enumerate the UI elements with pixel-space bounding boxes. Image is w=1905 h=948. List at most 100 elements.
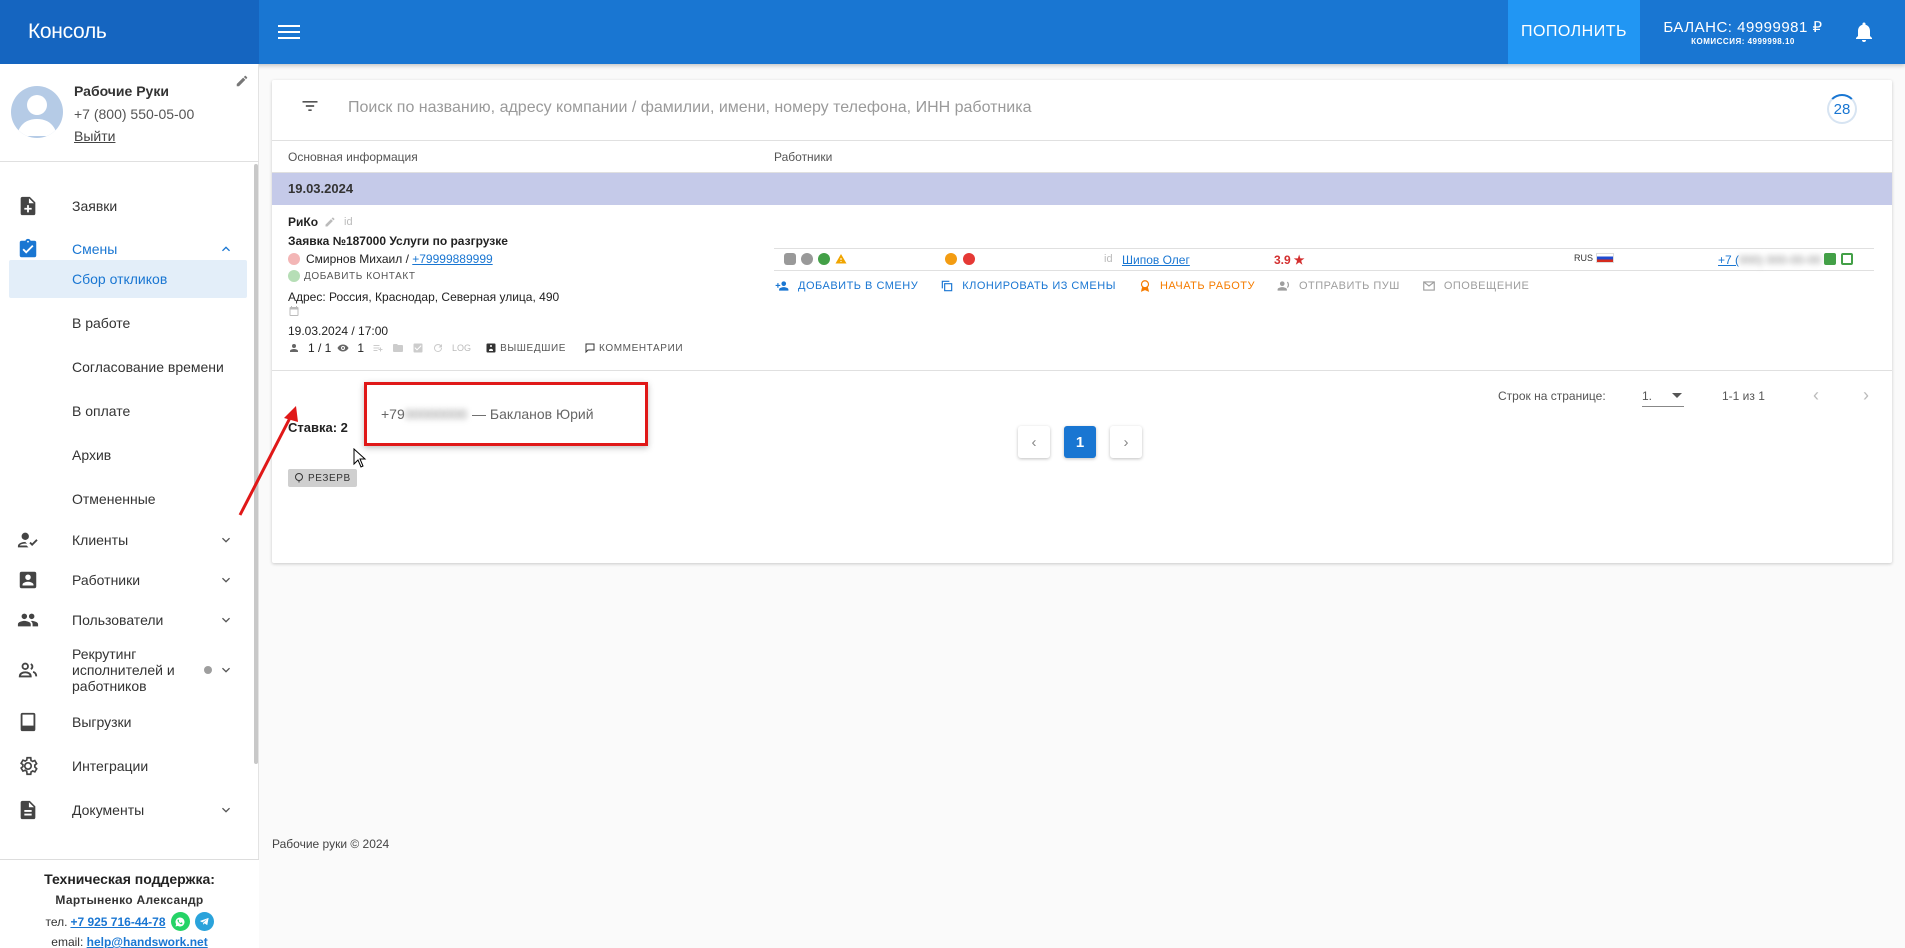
nav-item-orders[interactable]: Заявки xyxy=(0,192,252,220)
nav-label-users: Пользователи xyxy=(72,612,164,628)
contact-phone-link[interactable]: +79999889999 xyxy=(412,252,492,266)
chevron-down-icon[interactable] xyxy=(218,572,234,588)
chevron-down-icon[interactable] xyxy=(218,662,234,678)
nav-item-shifts[interactable]: Смены xyxy=(0,235,252,263)
folder-icon[interactable] xyxy=(392,342,404,354)
hamburger-menu-icon[interactable] xyxy=(278,21,300,43)
comments-button[interactable]: КОММЕНТАРИИ xyxy=(584,342,683,354)
logout-link[interactable]: Выйти xyxy=(74,128,115,144)
profile-phone: +7 (800) 550-05-00 xyxy=(74,106,195,122)
add-to-shift-button[interactable]: ДОБАВИТЬ В СМЕНУ xyxy=(774,279,918,293)
remove-worker-icon[interactable] xyxy=(784,253,796,265)
chevron-down-icon[interactable] xyxy=(218,802,234,818)
next-page-button[interactable]: › xyxy=(1110,426,1142,458)
nav-item-exports[interactable]: Выгрузки xyxy=(0,708,252,736)
notification-button[interactable]: ОПОВЕЩЕНИЕ xyxy=(1422,279,1530,293)
card-icon[interactable] xyxy=(1841,253,1853,265)
prev-page-button[interactable]: ‹ xyxy=(1018,426,1050,458)
badge-person-icon xyxy=(19,571,37,589)
app-title[interactable]: Консоль xyxy=(0,0,259,64)
rows-per-page-select[interactable]: 1. xyxy=(1642,383,1684,407)
sidebar-item-in-progress[interactable]: В работе xyxy=(9,304,247,342)
cancel-circle-icon[interactable] xyxy=(963,253,975,265)
list-add-icon[interactable] xyxy=(372,342,384,354)
nav-item-documents[interactable]: Документы xyxy=(0,796,252,824)
checklist-icon[interactable] xyxy=(412,342,424,354)
minus-circle-icon[interactable] xyxy=(945,253,957,265)
worker-phone[interactable]: +7 (000) 000-00-00 xyxy=(1718,253,1821,267)
pencil-icon[interactable] xyxy=(324,216,336,228)
warning-icon[interactable] xyxy=(835,253,847,265)
refresh-counter[interactable]: 28 xyxy=(1827,94,1857,124)
assignment-check-icon xyxy=(19,238,37,258)
id-label[interactable]: id xyxy=(344,216,353,228)
nav-label-integrations: Интеграции xyxy=(72,758,149,774)
support-title: Техническая поддержка: xyxy=(44,871,215,887)
current-page-button[interactable]: 1 xyxy=(1064,426,1096,458)
avatar xyxy=(11,86,63,138)
document-badge-icon[interactable] xyxy=(1824,253,1836,265)
next-page-icon[interactable]: › xyxy=(1856,385,1876,405)
filter-icon[interactable] xyxy=(300,96,320,116)
broadcast-icon xyxy=(1277,281,1290,291)
telegram-icon[interactable] xyxy=(194,912,214,931)
support-tel-label: тел. xyxy=(45,914,68,929)
chevron-down-icon[interactable] xyxy=(218,612,234,628)
send-push-label: ОТПРАВИТЬ ПУШ xyxy=(1298,280,1400,292)
sidebar-item-time-approval[interactable]: Согласование времени xyxy=(9,348,247,386)
start-work-button[interactable]: НАЧАТЬ РАБОТУ xyxy=(1138,279,1255,293)
date-group-row: 19.03.2024 xyxy=(272,173,1892,205)
search-input[interactable] xyxy=(348,96,1448,120)
calendar-icon[interactable] xyxy=(288,305,300,317)
add-contact-icon[interactable] xyxy=(288,270,300,282)
company-name[interactable]: РиКо xyxy=(288,215,318,229)
gear-icon xyxy=(20,756,38,776)
page-range: 1-1 из 1 xyxy=(1722,389,1765,403)
whatsapp-icon[interactable] xyxy=(170,912,190,931)
sidebar-item-cancelled[interactable]: Отмененные xyxy=(9,480,247,518)
support-email-row: email: help@handswork.net xyxy=(0,935,259,948)
shift-datetime: 19.03.2024 / 17:00 xyxy=(288,324,389,338)
send-push-button[interactable]: ОТПРАВИТЬ ПУШ xyxy=(1277,279,1400,293)
add-contact-button[interactable]: ДОБАВИТЬ КОНТАКТ xyxy=(304,271,416,282)
check-circle-icon[interactable] xyxy=(818,253,830,265)
prev-page-icon[interactable]: ‹ xyxy=(1806,385,1826,405)
document-icon xyxy=(20,800,36,820)
order-title[interactable]: Заявка №187000 Услуги по разгрузке xyxy=(288,234,508,248)
sidebar-item-collect-responses[interactable]: Сбор откликов xyxy=(9,260,247,298)
sidebar-scrollbar[interactable] xyxy=(254,164,258,764)
support-name: Мартыненко Александр xyxy=(55,893,204,907)
refresh-icon[interactable] xyxy=(432,342,444,354)
log-button[interactable]: LOG xyxy=(452,343,471,353)
nav-item-recruiting[interactable]: Рекрутинг исполнителей и работников xyxy=(0,646,252,694)
worker-id-label[interactable]: id xyxy=(1104,253,1113,265)
worker-phone-prefix[interactable]: +7 ( xyxy=(1718,253,1739,267)
support-phone-link[interactable]: +7 925 716-44-78 xyxy=(70,915,165,929)
went-out-button[interactable]: ВЫШЕДШИЕ xyxy=(485,342,566,354)
worker-actions: ДОБАВИТЬ В СМЕНУ КЛОНИРОВАТЬ ИЗ СМЕНЫ НА… xyxy=(774,279,1529,293)
nav-item-users[interactable]: Пользователи xyxy=(0,606,252,634)
sidebar-item-payment[interactable]: В оплате xyxy=(9,392,247,430)
shift-address: Адрес: Россия, Краснодар, Северная улица… xyxy=(288,290,560,304)
clone-from-shift-button[interactable]: КЛОНИРОВАТЬ ИЗ СМЕНЫ xyxy=(940,279,1116,293)
commission-amount: КОМИССИЯ: 4999998.10 xyxy=(1691,37,1795,46)
topup-button[interactable]: ПОПОЛНИТЬ xyxy=(1508,0,1640,64)
nav-item-clients[interactable]: Клиенты xyxy=(0,526,252,554)
chevron-down-icon[interactable] xyxy=(218,532,234,548)
status-dot xyxy=(204,666,212,674)
settings-badge-icon[interactable] xyxy=(801,253,813,265)
nav-item-workers[interactable]: Работники xyxy=(0,566,252,594)
support-email-link[interactable]: help@handswork.net xyxy=(87,935,208,948)
nav-item-integrations[interactable]: Интеграции xyxy=(0,752,252,780)
sidebar-item-archive[interactable]: Архив xyxy=(9,436,247,474)
notifications-bell-icon[interactable] xyxy=(1852,20,1876,44)
worker-name-link[interactable]: Шипов Олег xyxy=(1122,253,1190,267)
chevron-up-icon[interactable] xyxy=(218,241,234,257)
remove-contact-icon[interactable] xyxy=(288,253,300,265)
sidebar: Рабочие Руки +7 (800) 550-05-00 Выйти За… xyxy=(0,64,259,948)
add-document-icon xyxy=(20,196,36,216)
star-icon: ★ xyxy=(1293,253,1305,267)
profile-name: Рабочие Руки xyxy=(74,83,169,99)
edit-profile-icon[interactable] xyxy=(235,74,249,88)
nav-label-exports: Выгрузки xyxy=(72,714,132,730)
